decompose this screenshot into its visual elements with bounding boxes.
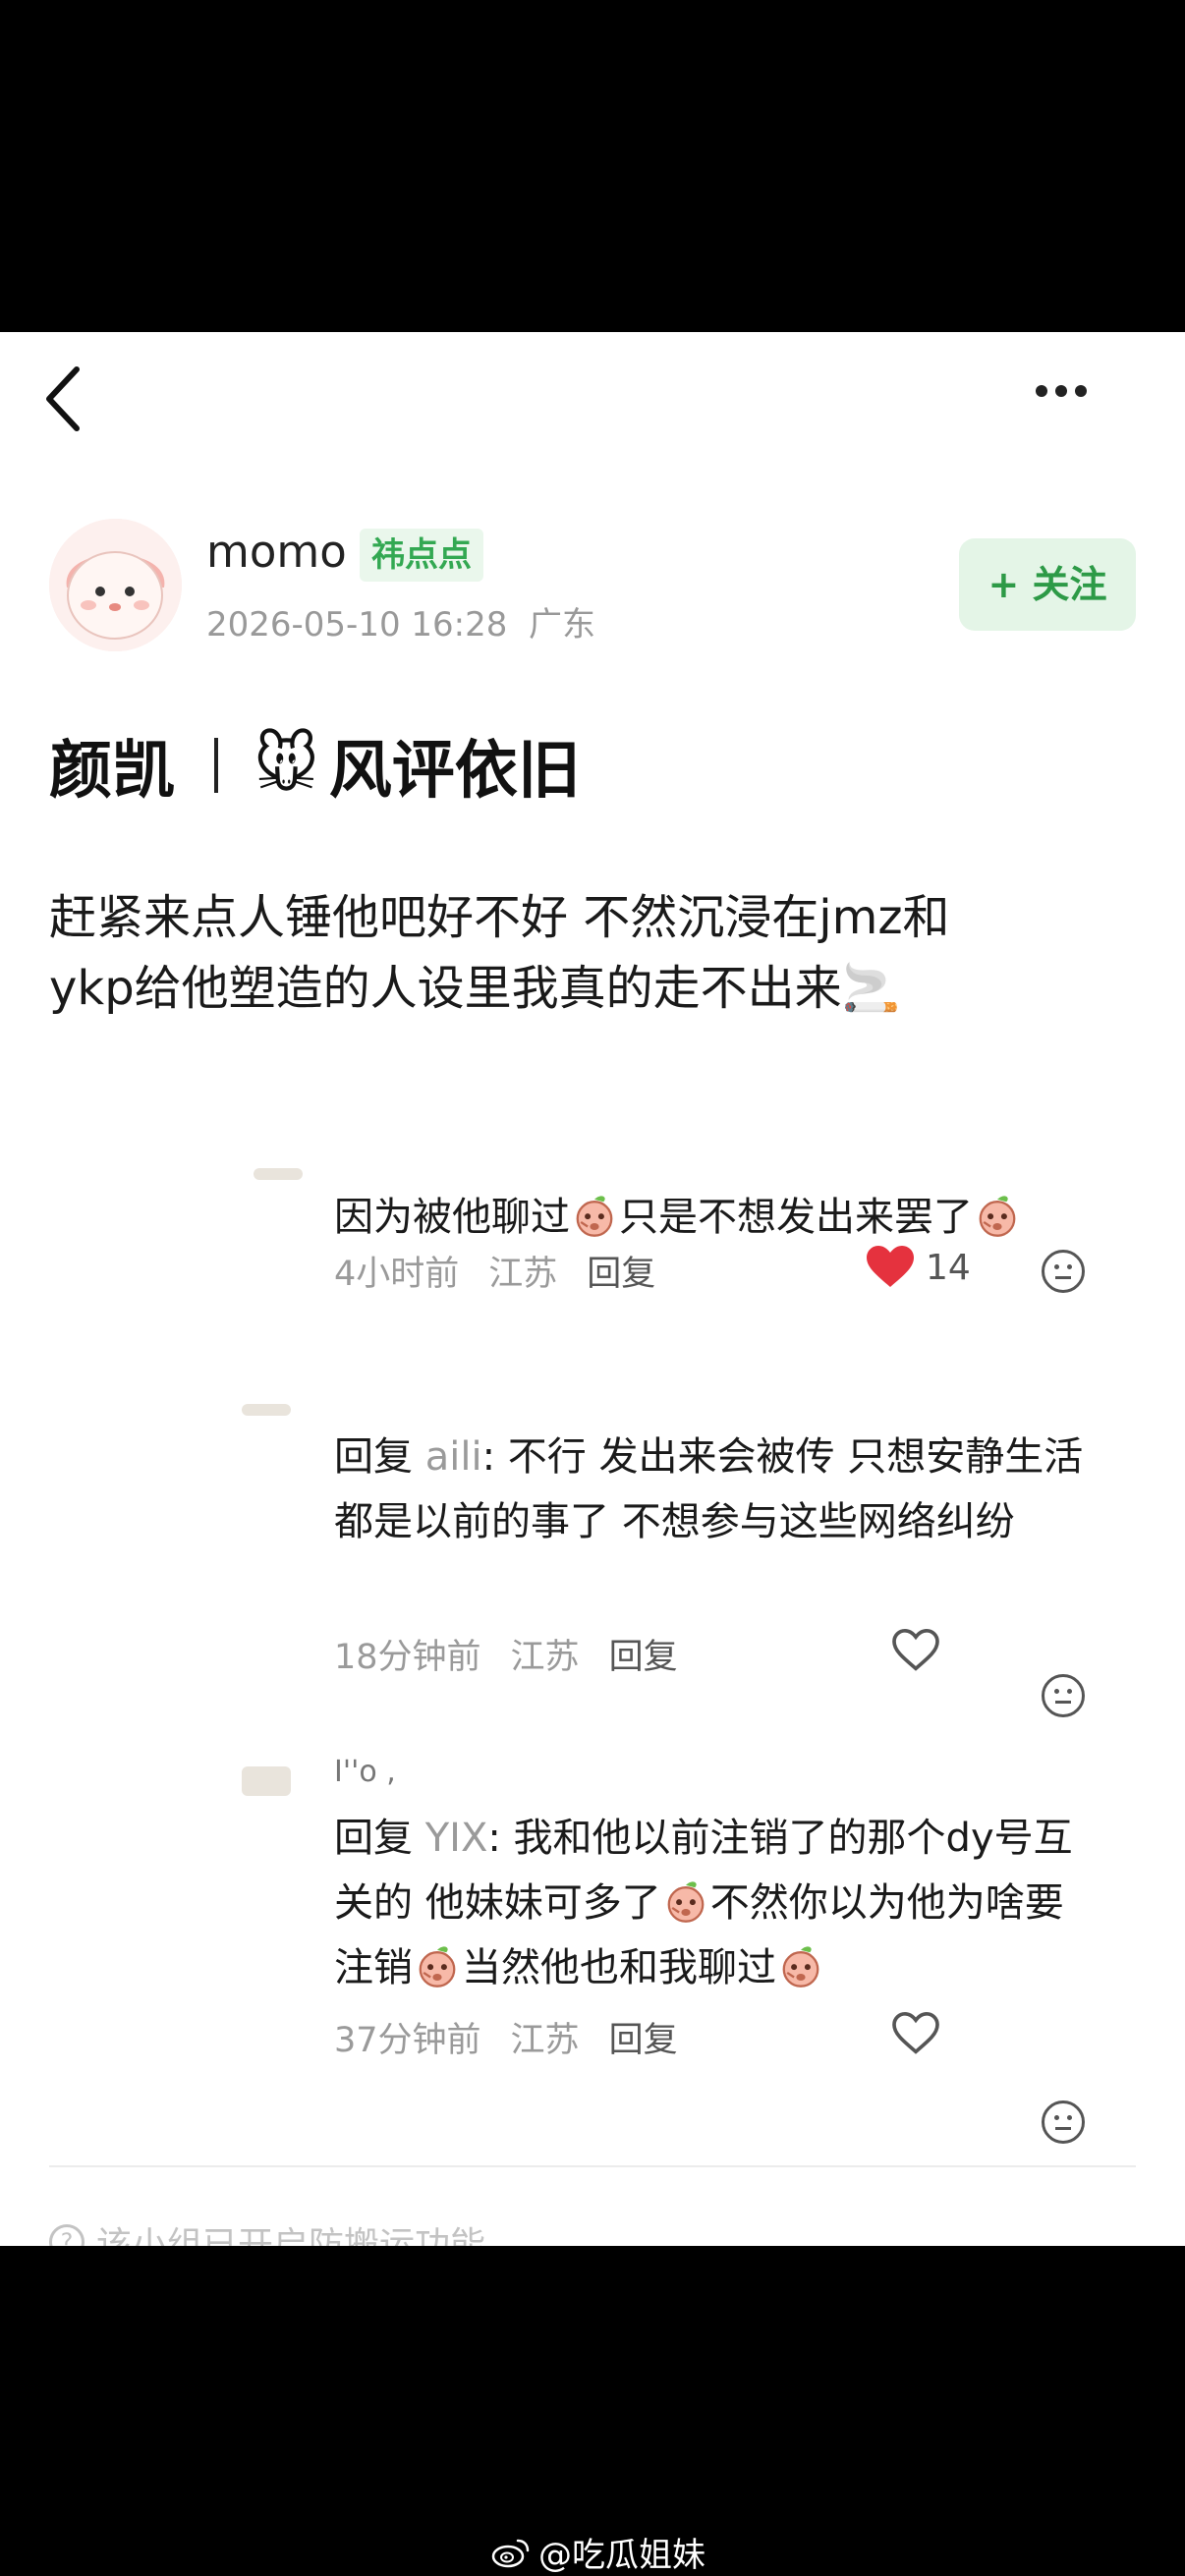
avatar[interactable] xyxy=(49,519,182,651)
comment-location: 江苏 xyxy=(510,2021,580,2060)
comment-avatar[interactable] xyxy=(254,1168,303,1180)
dislike-button[interactable] xyxy=(1042,2100,1085,2144)
post-title: 颜凯 🐭 风评依旧 xyxy=(49,720,581,811)
reply-to-user[interactable]: YIX xyxy=(425,1816,488,1861)
dislike-button[interactable] xyxy=(1042,1250,1085,1293)
peach-emoji-icon xyxy=(778,1943,823,1988)
follow-button[interactable]: + 关注 xyxy=(959,538,1136,631)
anti-repost-notice: ? 该小组已开启防搬运功能 xyxy=(49,2216,485,2246)
peach-emoji-icon xyxy=(663,1878,708,1924)
peach-emoji-icon xyxy=(975,1193,1020,1238)
comment-meta: 4小时前 江苏 回复 xyxy=(334,1246,655,1296)
post-body: 赶紧来点人锤他吧好不好 不然沉浸在jmz和 ykp给他塑造的人设里我真的走不出来… xyxy=(49,882,1130,1024)
back-button[interactable] xyxy=(39,360,88,438)
mouse-emoji: 🐭 xyxy=(254,729,319,802)
post-meta: 2026-05-10 16:28 广东 xyxy=(206,597,595,645)
notice-text: 该小组已开启防搬运功能 xyxy=(96,2225,486,2246)
dislike-button[interactable] xyxy=(1042,1674,1085,1717)
comment-time: 37分钟前 xyxy=(334,2021,481,2060)
comment-text: 因为被他聊过 只是不想发出来罢了 xyxy=(334,1185,1091,1250)
comment-location: 江苏 xyxy=(510,1638,580,1677)
title-divider xyxy=(214,738,218,793)
title-left: 颜凯 xyxy=(49,735,175,808)
title-right: 风评依旧 xyxy=(328,735,581,808)
post-body-line-2: ykp给他塑造的人设里我真的走不出来🚬 xyxy=(49,961,901,1016)
cartoon-avatar xyxy=(49,519,182,651)
weibo-icon xyxy=(491,2539,530,2567)
post-body-line-1: 赶紧来点人锤他吧好不好 不然沉浸在jmz和 xyxy=(49,890,950,945)
question-circle-icon: ? xyxy=(49,2224,85,2246)
comment-meta: 18分钟前 江苏 回复 xyxy=(334,1629,678,1679)
reply-button[interactable]: 回复 xyxy=(609,1629,678,1679)
author-name[interactable]: momo xyxy=(206,526,347,578)
peach-emoji-icon xyxy=(572,1193,617,1238)
reply-button[interactable]: 回复 xyxy=(587,1246,655,1296)
comment-time: 4小时前 xyxy=(334,1255,460,1294)
comment-text: 回复 YIX: 我和他以前注销了的那个dy号互关的 他妹妹可多了 不然你以为他为啥… xyxy=(334,1816,1073,1990)
like-button[interactable] xyxy=(892,2011,939,2059)
more-button[interactable] xyxy=(1036,371,1114,411)
reply-button[interactable]: 回复 xyxy=(609,2012,678,2062)
more-dots-icon xyxy=(1036,385,1047,397)
comment-avatar[interactable] xyxy=(242,1766,291,1796)
reply-to-user[interactable]: aili xyxy=(425,1434,482,1480)
divider xyxy=(49,2165,1136,2167)
like-button[interactable]: 14 xyxy=(867,1246,971,1289)
group-tag[interactable]: 祎点点 xyxy=(360,529,483,582)
watermark: @吃瓜姐妹 xyxy=(491,2528,705,2576)
heart-filled-icon xyxy=(867,1246,914,1287)
peach-emoji-icon xyxy=(415,1943,460,1988)
comment-username[interactable]: I''o , xyxy=(334,1755,396,1789)
like-button[interactable] xyxy=(892,1628,939,1676)
chevron-left-icon xyxy=(46,366,80,431)
watermark-text: @吃瓜姐妹 xyxy=(538,2536,705,2575)
post-datetime: 2026-05-10 16:28 xyxy=(206,605,508,644)
heart-outline-icon xyxy=(892,1628,939,1671)
comment-meta: 37分钟前 江苏 回复 xyxy=(334,2012,678,2062)
comment-time: 18分钟前 xyxy=(334,1638,481,1677)
like-count: 14 xyxy=(926,1247,971,1288)
post-screenshot: momo 祎点点 2026-05-10 16:28 广东 + 关注 颜凯 🐭 风… xyxy=(0,332,1185,2246)
comment-avatar[interactable] xyxy=(242,1404,291,1416)
heart-outline-icon xyxy=(892,2011,939,2054)
post-location: 广东 xyxy=(529,605,596,644)
comment-location: 江苏 xyxy=(488,1255,558,1294)
comment-text: 回复 aili: 不行 发出来会被传 只想安静生活 都是以前的事了 不想参与这些… xyxy=(334,1434,1084,1544)
